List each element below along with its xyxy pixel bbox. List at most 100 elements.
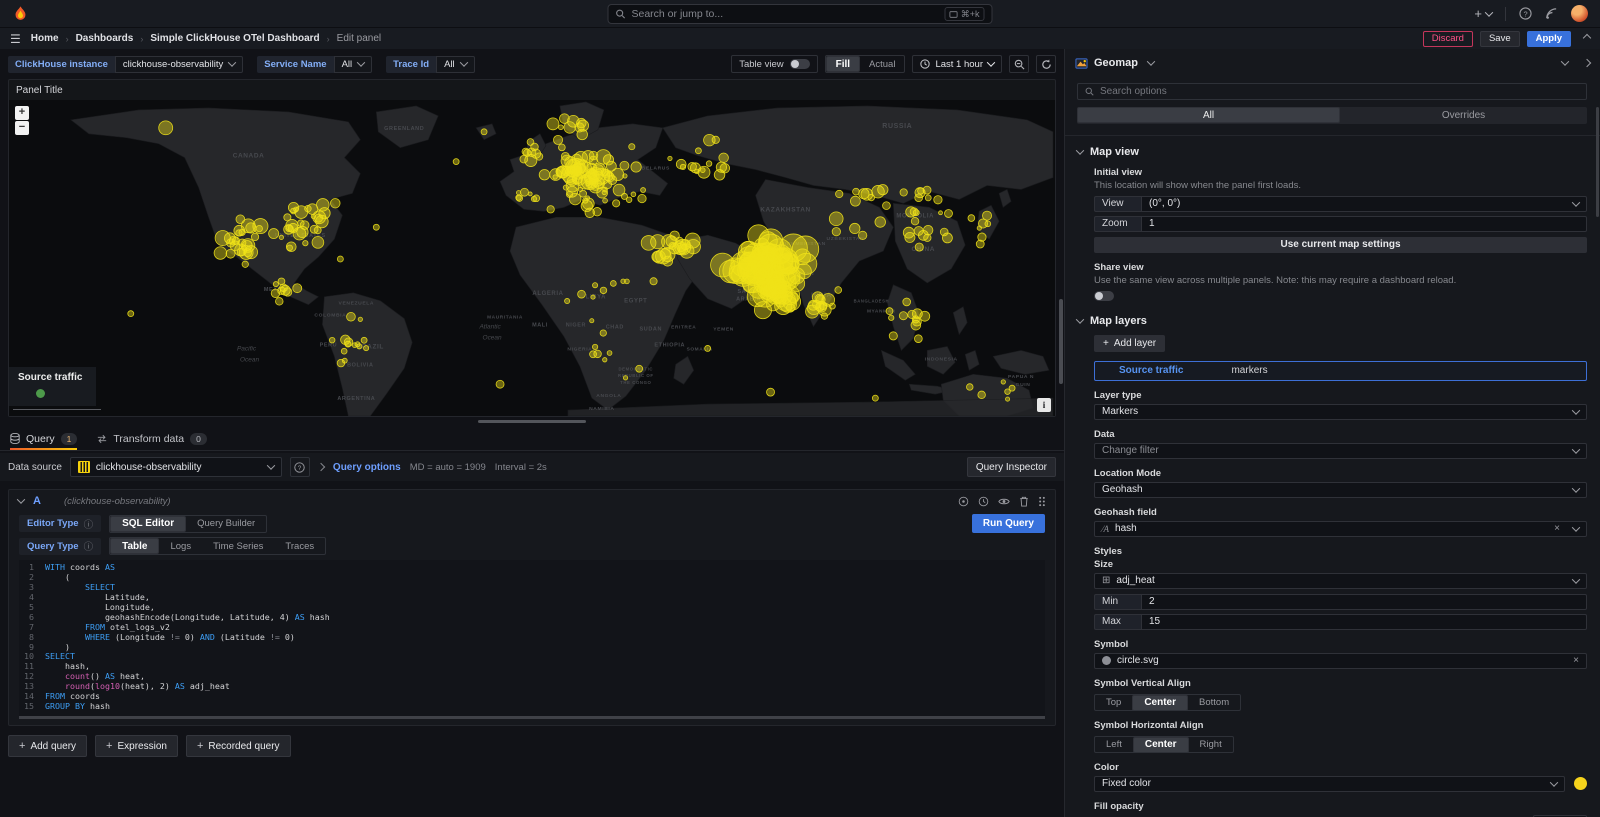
time-range-picker[interactable]: Last 1 hour xyxy=(912,55,1002,73)
map-marker[interactable] xyxy=(906,207,916,217)
map-marker[interactable] xyxy=(242,261,248,267)
halign-left[interactable]: Left xyxy=(1095,737,1133,752)
map-marker[interactable] xyxy=(269,228,279,238)
global-search-input[interactable]: Search or jump to... ⌘+k xyxy=(608,4,993,24)
sql-editor[interactable]: 1WITH coords AS2 (3 SELECT4 Latitude,5 L… xyxy=(19,560,1045,719)
section-map-layers[interactable]: Map layers xyxy=(1077,315,1587,327)
query-type-time-series[interactable]: Time Series xyxy=(202,538,274,554)
size-field-select[interactable]: ⊞ adj_heat xyxy=(1094,573,1587,589)
map-attribution-button[interactable]: i xyxy=(1037,398,1051,412)
halign-right[interactable]: Right xyxy=(1189,737,1233,752)
user-avatar[interactable] xyxy=(1571,5,1588,22)
resize-handle[interactable] xyxy=(478,420,586,423)
breadcrumb-dashboards[interactable]: Dashboards xyxy=(76,33,134,44)
map-marker[interactable] xyxy=(361,337,367,343)
duplicate-icon[interactable] xyxy=(958,496,969,507)
panel-header[interactable]: Panel Title xyxy=(9,80,1055,100)
map-marker[interactable] xyxy=(279,235,283,239)
sql-editor-option[interactable]: SQL Editor xyxy=(110,516,186,532)
map-marker[interactable] xyxy=(883,202,891,210)
map-marker[interactable] xyxy=(899,312,907,320)
map-marker[interactable] xyxy=(695,169,700,174)
map-marker[interactable] xyxy=(695,148,701,154)
map-marker[interactable] xyxy=(357,344,362,349)
fill-option[interactable]: Fill xyxy=(826,56,860,72)
use-current-map-settings-button[interactable]: Use current map settings xyxy=(1094,237,1587,253)
search-options-input[interactable]: Search options xyxy=(1077,83,1587,100)
query-type-table[interactable]: Table xyxy=(110,538,159,554)
map-marker[interactable] xyxy=(705,345,711,351)
map-marker[interactable] xyxy=(341,348,347,354)
map-marker[interactable] xyxy=(577,129,588,140)
geomap-canvas[interactable]: RUSSIACANADAUNITED STATESMEXICOGREENLAND… xyxy=(9,100,1055,416)
query-row-header[interactable]: A (clickhouse-observability) xyxy=(9,490,1055,512)
data-filter-select[interactable]: Change filter xyxy=(1094,443,1587,459)
map-marker[interactable] xyxy=(373,224,379,230)
query-builder-option[interactable]: Query Builder xyxy=(186,516,266,532)
map-marker[interactable] xyxy=(786,304,794,312)
menu-toggle-icon[interactable]: ☰ xyxy=(10,32,21,46)
clear-icon[interactable]: × xyxy=(1554,523,1560,534)
map-marker[interactable] xyxy=(668,156,672,160)
map-marker[interactable] xyxy=(832,227,840,235)
add-menu-button[interactable]: + xyxy=(1474,6,1492,21)
collapse-sidebar-icon[interactable] xyxy=(1583,59,1591,67)
max-input[interactable]: 15 xyxy=(1141,614,1587,630)
map-marker[interactable] xyxy=(620,161,629,170)
map-marker[interactable] xyxy=(1001,380,1005,384)
map-marker[interactable] xyxy=(567,115,579,127)
history-icon[interactable] xyxy=(978,496,989,507)
left-scrollbar[interactable] xyxy=(1059,299,1063,384)
map-marker[interactable] xyxy=(586,196,590,200)
chevron-down-icon[interactable] xyxy=(1147,57,1155,65)
map-marker[interactable] xyxy=(976,240,984,248)
map-marker[interactable] xyxy=(641,188,646,193)
fixed-color-swatch[interactable] xyxy=(1574,777,1587,790)
map-marker[interactable] xyxy=(829,212,843,226)
query-inspector-button[interactable]: Query Inspector xyxy=(967,457,1056,477)
map-marker[interactable] xyxy=(638,194,646,202)
map-zoom-out-button[interactable]: − xyxy=(15,121,29,135)
map-marker[interactable] xyxy=(835,287,842,294)
map-marker[interactable] xyxy=(214,247,227,260)
map-marker[interactable] xyxy=(547,206,554,213)
map-zoom-in-button[interactable]: + xyxy=(15,106,29,120)
map-marker[interactable] xyxy=(562,166,571,175)
code-horizontal-scrollbar[interactable] xyxy=(19,716,1045,719)
trash-icon[interactable] xyxy=(1019,496,1029,507)
map-marker[interactable] xyxy=(603,180,611,188)
viz-picker-chevron-icon[interactable] xyxy=(1561,57,1569,65)
symbol-select[interactable]: circle.svg × xyxy=(1094,653,1587,669)
query-options-link[interactable]: Query options xyxy=(333,462,401,473)
map-marker[interactable] xyxy=(226,249,235,258)
map-marker[interactable] xyxy=(829,303,835,309)
breadcrumb-home[interactable]: Home xyxy=(31,33,59,44)
map-marker[interactable] xyxy=(603,358,607,362)
map-marker[interactable] xyxy=(816,301,827,312)
map-marker[interactable] xyxy=(525,154,537,166)
valign-center[interactable]: Center xyxy=(1132,695,1188,711)
map-marker[interactable] xyxy=(558,144,565,151)
map-marker[interactable] xyxy=(942,233,952,243)
map-marker[interactable] xyxy=(872,395,878,401)
map-marker[interactable] xyxy=(908,310,916,318)
map-marker[interactable] xyxy=(650,278,657,285)
map-marker[interactable] xyxy=(295,206,308,219)
map-marker[interactable] xyxy=(347,312,356,321)
map-marker[interactable] xyxy=(872,185,885,198)
map-marker[interactable] xyxy=(850,196,860,206)
layer-type-select[interactable]: Markers xyxy=(1094,404,1587,420)
share-view-toggle[interactable] xyxy=(1094,291,1114,301)
zoom-input[interactable]: 1 xyxy=(1141,216,1587,232)
map-marker[interactable] xyxy=(796,264,811,279)
map-marker[interactable] xyxy=(275,298,283,306)
map-marker[interactable] xyxy=(592,344,597,349)
map-marker[interactable] xyxy=(528,192,532,196)
map-marker[interactable] xyxy=(914,226,923,235)
map-marker[interactable] xyxy=(496,380,504,388)
min-input[interactable]: 2 xyxy=(1141,594,1587,610)
map-marker[interactable] xyxy=(547,118,559,130)
map-marker[interactable] xyxy=(344,338,353,347)
query-type-logs[interactable]: Logs xyxy=(159,538,202,554)
map-marker[interactable] xyxy=(287,245,293,251)
